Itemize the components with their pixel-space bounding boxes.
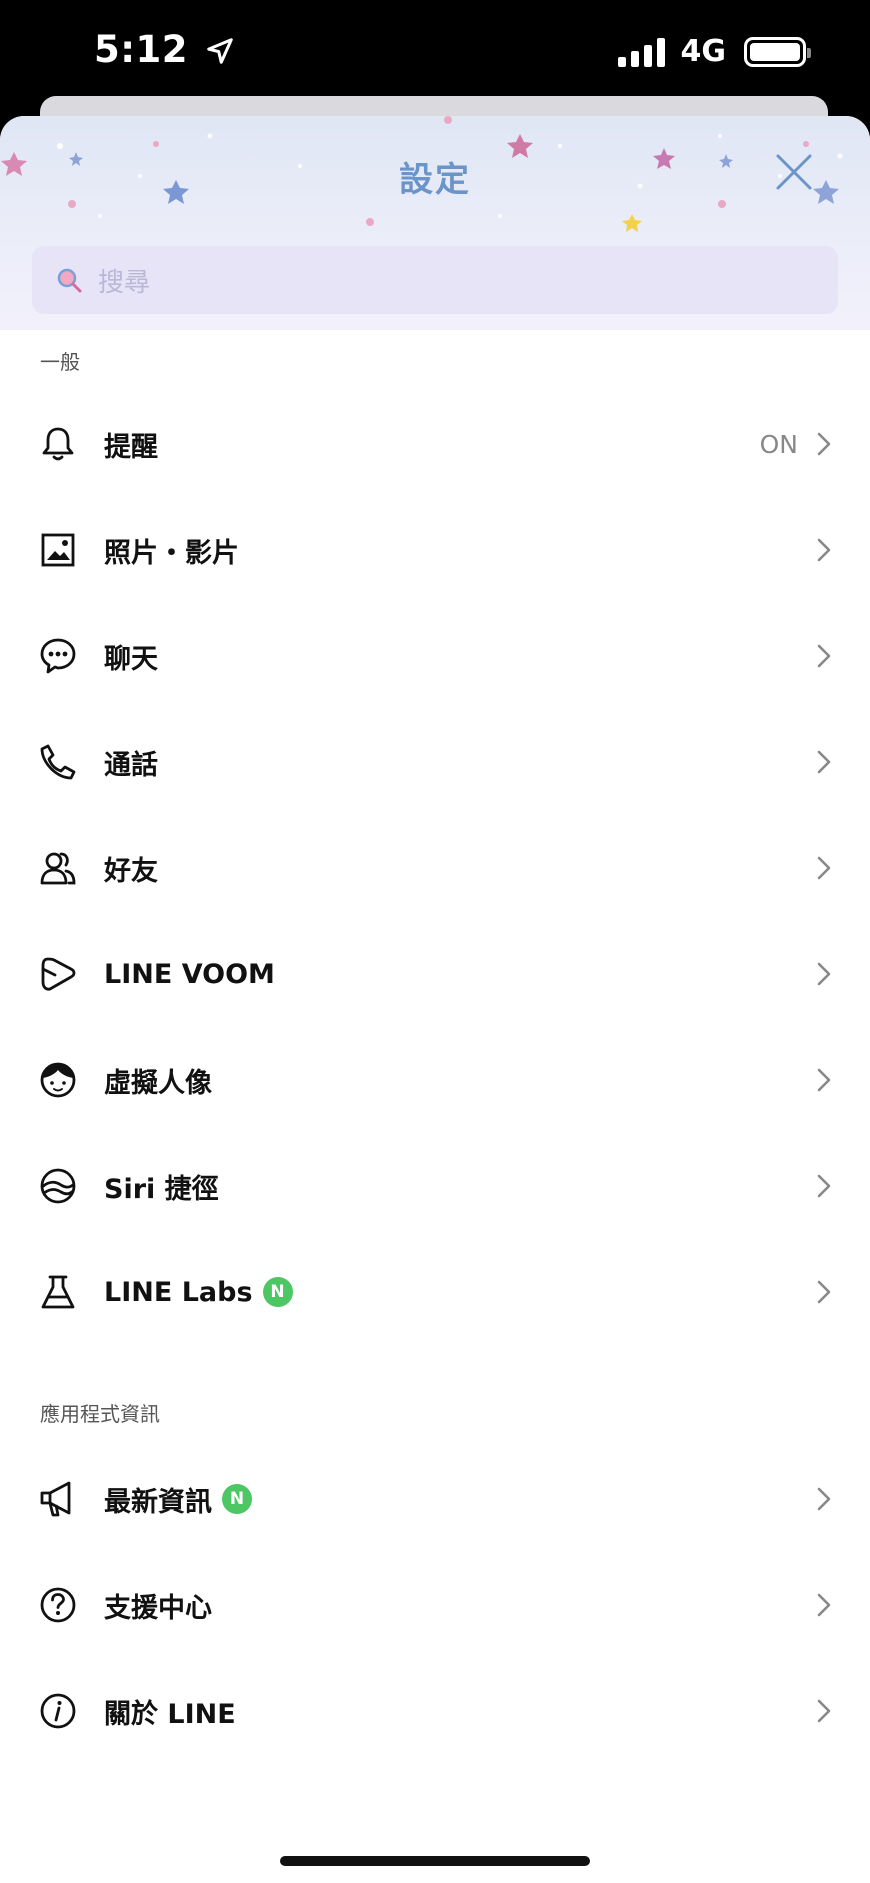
signal-bars-icon bbox=[617, 37, 665, 67]
chevron-right-icon bbox=[817, 1174, 831, 1198]
chevron-right-icon bbox=[817, 538, 831, 562]
status-indicators: 4G bbox=[617, 34, 811, 69]
settings-item-friends[interactable]: 好友 bbox=[0, 818, 870, 918]
settings-header: 設定 搜尋 bbox=[0, 116, 870, 330]
notifications-status: ON bbox=[759, 429, 798, 459]
settings-item-about-line[interactable]: 關於 LINE bbox=[0, 1661, 870, 1761]
settings-item-label: 支援中心 bbox=[104, 1592, 212, 1624]
chevron-right-icon bbox=[817, 644, 831, 668]
battery-icon bbox=[744, 36, 811, 67]
status-time-text: 5:12 bbox=[94, 28, 189, 71]
phone-icon bbox=[38, 742, 78, 782]
settings-item-label: LINE Labs bbox=[104, 1276, 253, 1308]
friends-icon bbox=[38, 848, 78, 888]
settings-item-photos-videos[interactable]: 照片・影片 bbox=[0, 500, 870, 600]
page-title: 設定 bbox=[399, 160, 471, 200]
settings-item-label: 通話 bbox=[104, 749, 158, 781]
chat-icon bbox=[38, 636, 78, 676]
settings-item-news[interactable]: 最新資訊 N bbox=[0, 1449, 870, 1549]
flask-icon bbox=[38, 1272, 78, 1312]
voom-icon bbox=[38, 954, 78, 994]
settings-item-line-voom[interactable]: LINE VOOM bbox=[0, 924, 870, 1024]
chevron-right-icon bbox=[817, 962, 831, 986]
settings-item-avatar[interactable]: 虛擬人像 bbox=[0, 1030, 870, 1130]
photo-icon bbox=[38, 530, 78, 570]
location-arrow-icon bbox=[207, 38, 234, 64]
chevron-right-icon bbox=[817, 1280, 831, 1304]
chevron-right-icon bbox=[817, 432, 831, 456]
settings-item-label: 好友 bbox=[104, 855, 158, 887]
home-indicator[interactable] bbox=[280, 1856, 590, 1866]
settings-item-help-center[interactable]: 支援中心 bbox=[0, 1555, 870, 1655]
close-icon bbox=[776, 154, 812, 190]
settings-item-label: 虛擬人像 bbox=[104, 1067, 212, 1099]
settings-item-label: Siri 捷徑 bbox=[104, 1173, 219, 1205]
settings-item-line-labs[interactable]: LINE Labs N bbox=[0, 1242, 870, 1342]
settings-item-label: LINE VOOM bbox=[104, 958, 275, 990]
search-icon bbox=[57, 268, 82, 293]
settings-item-label: 照片・影片 bbox=[104, 537, 239, 569]
info-icon bbox=[38, 1691, 78, 1731]
bell-icon bbox=[38, 424, 78, 464]
settings-item-label: 聊天 bbox=[104, 643, 158, 675]
megaphone-icon bbox=[38, 1479, 78, 1519]
status-bar: 5:12 4G bbox=[0, 0, 870, 100]
siri-shortcut-icon bbox=[38, 1166, 78, 1206]
section-label-app-info: 應用程式資訊 bbox=[40, 1402, 160, 1426]
help-icon bbox=[38, 1585, 78, 1625]
settings-item-notifications[interactable]: 提醒 ON bbox=[0, 394, 870, 494]
settings-item-siri-shortcuts[interactable]: Siri 捷徑 bbox=[0, 1136, 870, 1236]
chevron-right-icon bbox=[817, 750, 831, 774]
settings-item-label: 關於 LINE bbox=[104, 1698, 236, 1730]
search-placeholder: 搜尋 bbox=[98, 267, 151, 298]
settings-item-chats[interactable]: 聊天 bbox=[0, 606, 870, 706]
search-input[interactable]: 搜尋 bbox=[32, 246, 838, 314]
settings-item-label: 最新資訊 bbox=[104, 1486, 212, 1518]
close-button[interactable] bbox=[772, 150, 816, 194]
new-badge: N bbox=[222, 1484, 252, 1514]
network-type: 4G bbox=[680, 34, 727, 69]
settings-item-calls[interactable]: 通話 bbox=[0, 712, 870, 812]
settings-sheet: 設定 搜尋 一般 提醒 ON 照片・影片 聊天 通話 好友 LINE VOOM … bbox=[0, 116, 870, 1883]
chevron-right-icon bbox=[817, 856, 831, 880]
avatar-icon bbox=[38, 1060, 78, 1100]
chevron-right-icon bbox=[817, 1699, 831, 1723]
section-label-general: 一般 bbox=[40, 350, 80, 374]
new-badge: N bbox=[262, 1277, 293, 1307]
chevron-right-icon bbox=[817, 1593, 831, 1617]
settings-item-label: 提醒 bbox=[104, 431, 158, 463]
chevron-right-icon bbox=[817, 1068, 831, 1092]
status-time: 5:12 bbox=[94, 28, 235, 71]
chevron-right-icon bbox=[817, 1487, 831, 1511]
